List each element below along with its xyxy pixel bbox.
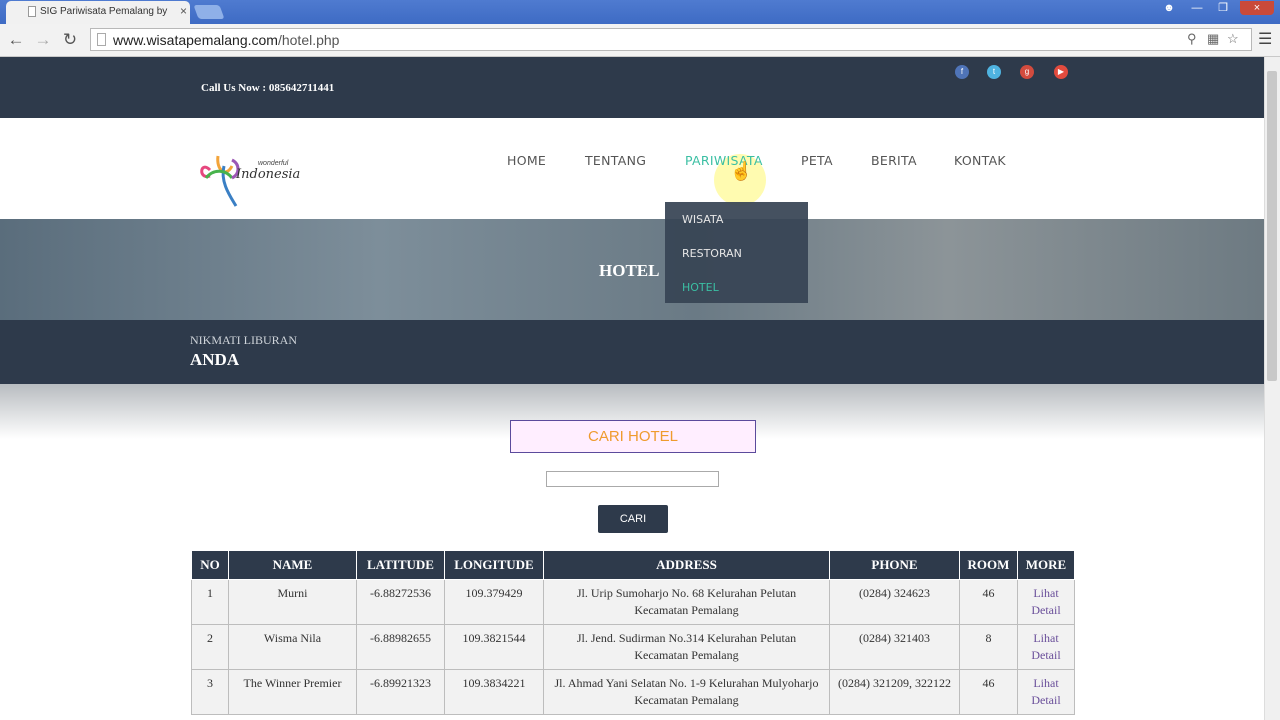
logo-text-indonesia: Indonesia [236, 167, 301, 182]
cell-address: Jl. Urip Sumoharjo No. 68 Kelurahan Pelu… [543, 579, 830, 625]
google-plus-icon[interactable]: g [1020, 65, 1034, 79]
header-no: NO [191, 550, 229, 580]
address-bar[interactable]: www.wisatapemalang.com/hotel.php ⚲ ▦ ☆ [90, 28, 1252, 51]
cell-room: 46 [959, 579, 1018, 625]
cell-name: The Winner Premier [228, 669, 357, 715]
wonderful-indonesia-logo[interactable]: wonderful Indonesia [196, 148, 308, 210]
cell-address: Jl. Jend. Sudirman No.314 Kelurahan Pelu… [543, 624, 830, 670]
header-phone: PHONE [829, 550, 960, 580]
nav-kontak[interactable]: KONTAK [954, 153, 1006, 168]
cell-phone: (0284) 321209, 322122 [829, 669, 960, 715]
browser-tab[interactable]: SIG Pariwisata Pemalang by × [6, 1, 190, 24]
hand-cursor-icon: ☝ [730, 161, 753, 181]
page-info-icon [97, 33, 106, 46]
cell-phone: (0284) 321403 [829, 624, 960, 670]
reload-icon[interactable]: ↻ [60, 30, 80, 50]
site-header: wonderful Indonesia [0, 118, 1264, 219]
search-input[interactable] [546, 471, 719, 487]
back-icon[interactable]: ← [6, 30, 26, 50]
logo-text-wonderful: wonderful [258, 160, 289, 167]
nav-tentang[interactable]: TENTANG [585, 153, 646, 168]
youtube-icon[interactable]: ▶ [1054, 65, 1068, 79]
cell-name: Wisma Nila [228, 624, 357, 670]
cell-longitude: 109.3834221 [444, 669, 544, 715]
minimize-icon[interactable]: — [1186, 1, 1208, 15]
twitter-icon[interactable]: t [987, 65, 1001, 79]
dropdown-item-hotel[interactable]: HOTEL [682, 281, 719, 294]
vertical-scrollbar[interactable] [1264, 57, 1280, 720]
dropdown-item-restoran[interactable]: RESTORAN [682, 247, 742, 260]
tagline-line2: ANDA [190, 350, 240, 369]
bookmark-star-icon[interactable]: ☆ [1227, 31, 1239, 47]
cell-longitude: 109.379429 [444, 579, 544, 625]
header-name: NAME [228, 550, 357, 580]
tagline-line1: NIKMATI LIBURAN [190, 333, 297, 347]
tagline-bar: NIKMATI LIBURAN ANDA [0, 320, 1264, 384]
cell-no: 3 [191, 669, 229, 715]
scrollbar-thumb[interactable] [1267, 71, 1277, 381]
table-row: 3 The Winner Premier -6.89921323 109.383… [191, 669, 1075, 715]
forward-icon[interactable]: → [33, 30, 53, 50]
header-longitude: LONGITUDE [444, 550, 544, 580]
tab-close-icon[interactable]: × [180, 4, 187, 18]
profile-icon[interactable]: ☻ [1158, 1, 1180, 15]
banner-title: HOTEL [599, 261, 660, 280]
search-title: CARI HOTEL [510, 420, 756, 453]
detail-link[interactable]: Lihat Detail [1017, 669, 1075, 715]
header-address: ADDRESS [543, 550, 830, 580]
cell-room: 8 [959, 624, 1018, 670]
url-host: www.wisatapemalang.com [113, 32, 278, 48]
page-icon [28, 6, 36, 17]
cell-address: Jl. Ahmad Yani Selatan No. 1-9 Kelurahan… [543, 669, 830, 715]
search-button[interactable]: CARI [598, 505, 668, 533]
translate-icon[interactable]: ▦ [1207, 31, 1219, 47]
web-page: Call Us Now : 085642711441 f t g ▶ wonde… [0, 57, 1264, 720]
cell-latitude: -6.88272536 [356, 579, 445, 625]
cell-latitude: -6.89921323 [356, 669, 445, 715]
browser-toolbar: ← → ↻ www.wisatapemalang.com/hotel.php ⚲… [0, 24, 1280, 57]
nav-berita[interactable]: BERITA [871, 153, 917, 168]
tab-title: SIG Pariwisata Pemalang by [40, 6, 168, 17]
browser-tab-bar: SIG Pariwisata Pemalang by × ☻ — ❐ × [0, 0, 1280, 24]
pariwisata-dropdown-menu: WISATA RESTORAN HOTEL [665, 202, 808, 303]
cell-name: Murni [228, 579, 357, 625]
cell-latitude: -6.88982655 [356, 624, 445, 670]
zoom-icon[interactable]: ⚲ [1187, 31, 1197, 47]
nav-peta[interactable]: PETA [801, 153, 833, 168]
cell-room: 46 [959, 669, 1018, 715]
browser-menu-icon[interactable]: ☰ [1258, 29, 1272, 49]
page-banner: HOTEL [0, 219, 1264, 320]
new-tab-button[interactable] [193, 5, 225, 19]
header-latitude: LATITUDE [356, 550, 445, 580]
table-header-row: NO NAME LATITUDE LONGITUDE ADDRESS PHONE… [191, 550, 1075, 580]
header-room: ROOM [959, 550, 1018, 580]
cell-no: 2 [191, 624, 229, 670]
hotel-table: NO NAME LATITUDE LONGITUDE ADDRESS PHONE… [191, 550, 1075, 715]
detail-link[interactable]: Lihat Detail [1017, 579, 1075, 625]
facebook-icon[interactable]: f [955, 65, 969, 79]
table-row: 1 Murni -6.88272536 109.379429 Jl. Urip … [191, 579, 1075, 625]
url-path: /hotel.php [277, 32, 340, 48]
table-row: 2 Wisma Nila -6.88982655 109.3821544 Jl.… [191, 624, 1075, 670]
cell-no: 1 [191, 579, 229, 625]
detail-link[interactable]: Lihat Detail [1017, 624, 1075, 670]
top-contact-bar: Call Us Now : 085642711441 f t g ▶ [0, 57, 1264, 118]
cell-phone: (0284) 324623 [829, 579, 960, 625]
cell-longitude: 109.3821544 [444, 624, 544, 670]
call-us-text: Call Us Now : 085642711441 [201, 82, 335, 94]
dropdown-item-wisata[interactable]: WISATA [682, 213, 723, 226]
header-more: MORE [1017, 550, 1075, 580]
nav-home[interactable]: HOME [507, 153, 546, 168]
restore-icon[interactable]: ❐ [1212, 1, 1234, 15]
close-window-icon[interactable]: × [1240, 1, 1274, 15]
